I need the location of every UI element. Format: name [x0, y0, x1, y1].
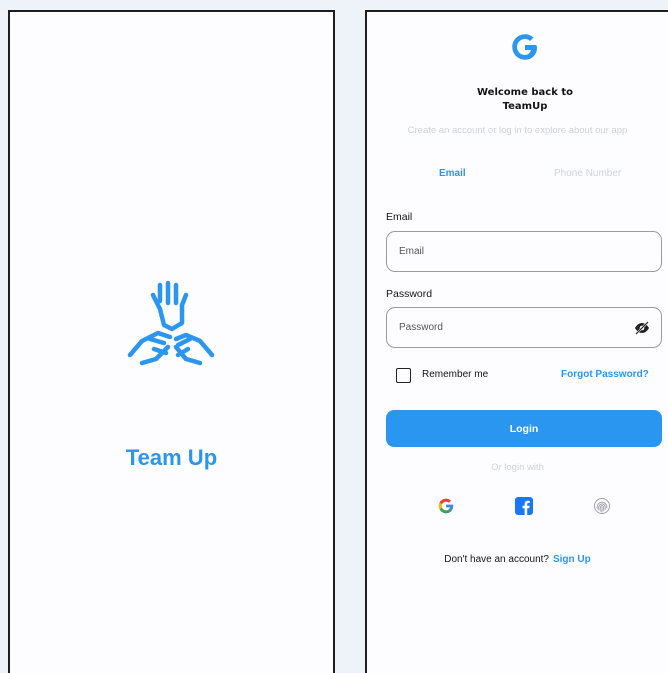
login-button[interactable]: Login	[386, 410, 662, 447]
facebook-icon[interactable]	[515, 497, 533, 515]
login-screen: Welcome back to TeamUp Create an account…	[365, 10, 668, 673]
sign-up-link[interactable]: Sign Up	[553, 554, 591, 565]
remember-me-label[interactable]: Remember me	[422, 369, 488, 380]
email-placeholder: Email	[399, 246, 425, 257]
password-label: Password	[386, 288, 433, 300]
fingerprint-icon[interactable]	[593, 497, 611, 515]
email-label: Email	[386, 211, 413, 223]
remember-me-checkbox[interactable]	[396, 368, 411, 383]
splash-screen: Team Up	[8, 10, 335, 673]
app-name: Team Up	[125, 445, 218, 470]
signup-line: Don't have an account? Sign Up	[367, 554, 668, 565]
eye-off-icon[interactable]	[634, 320, 650, 336]
password-field[interactable]: Password	[386, 307, 662, 348]
welcome-heading: Welcome back to TeamUp	[467, 86, 583, 114]
or-login-with-text: Or login with	[491, 462, 544, 473]
google-icon[interactable]	[437, 497, 455, 515]
forgot-password-link[interactable]: Forgot Password?	[561, 369, 649, 380]
email-field[interactable]: Email	[386, 231, 662, 272]
welcome-line-2: TeamUp	[502, 101, 548, 112]
welcome-line-1: Welcome back to	[477, 87, 573, 98]
signup-prompt: Don't have an account?	[444, 554, 549, 565]
password-placeholder: Password	[399, 322, 443, 333]
team-hands-icon	[127, 280, 215, 366]
subtitle: Create an account or log in to explore a…	[407, 125, 628, 136]
login-button-label: Login	[509, 422, 539, 435]
app-stage: Team Up Welcome back to TeamUp Create an…	[0, 0, 668, 673]
google-g-icon	[512, 34, 537, 60]
tab-phone-number[interactable]: Phone Number	[554, 168, 621, 179]
tab-email[interactable]: Email	[439, 168, 466, 179]
